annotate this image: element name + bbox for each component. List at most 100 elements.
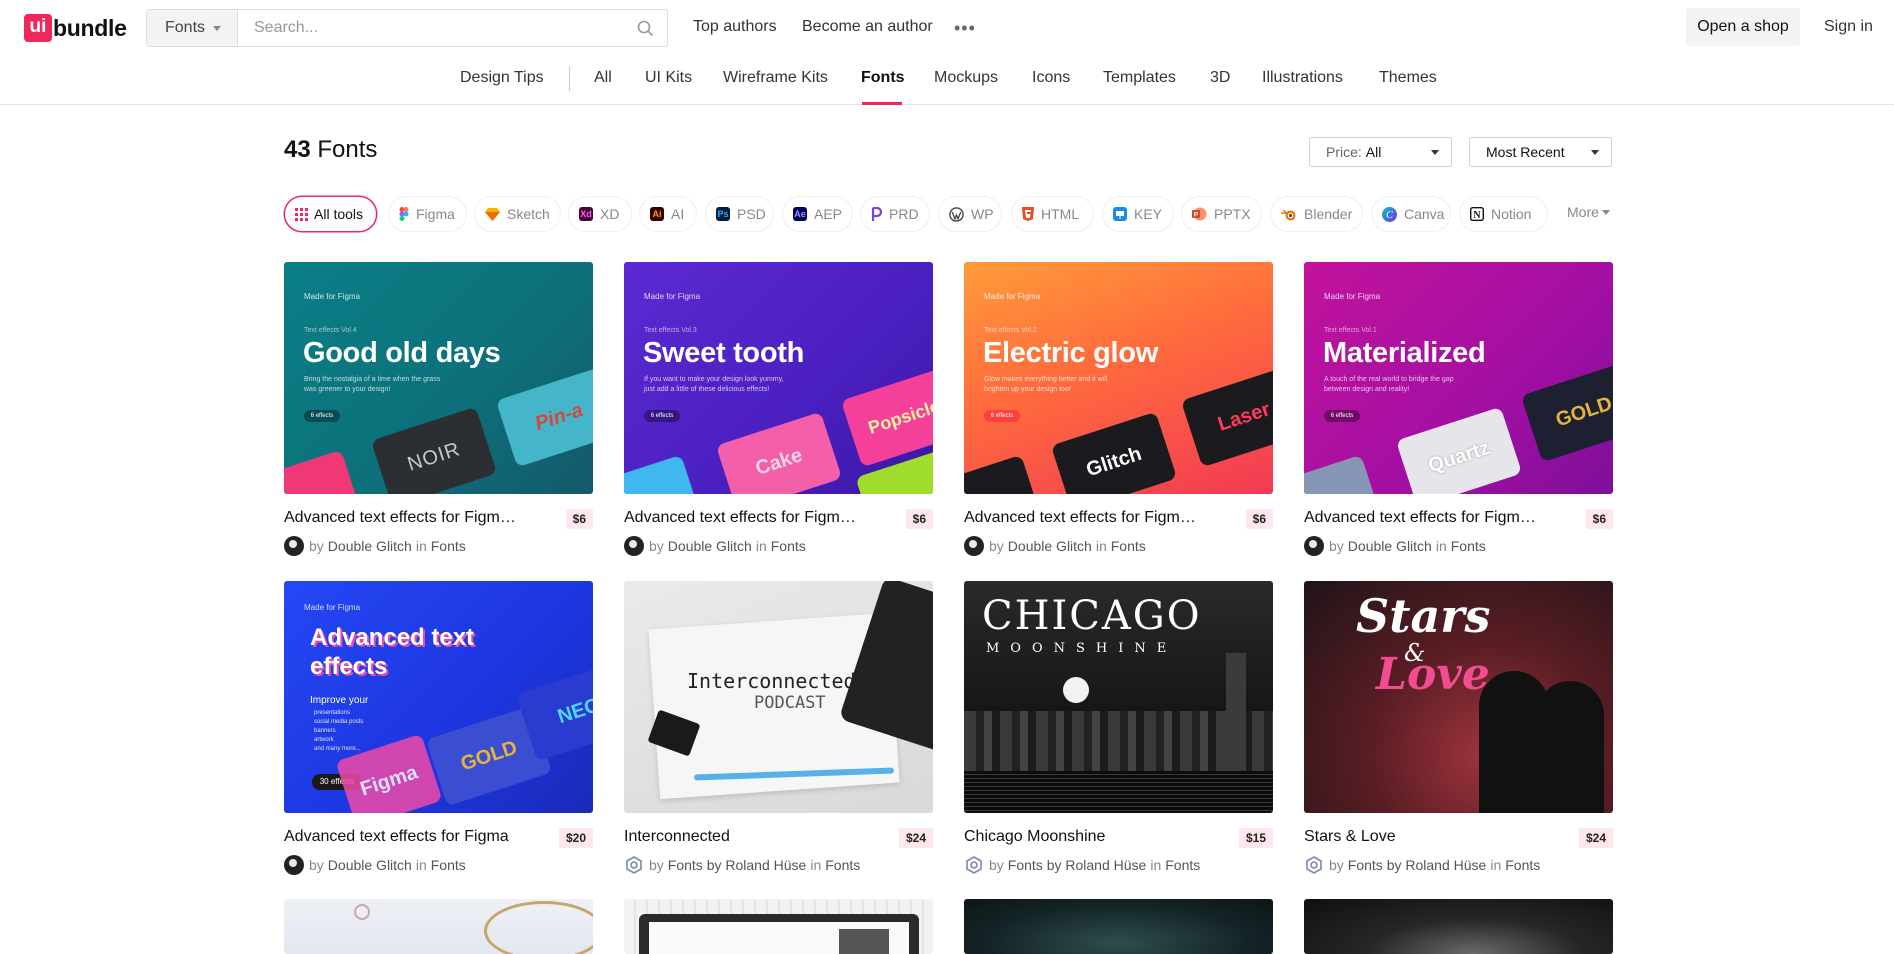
author-avatar[interactable] — [1304, 536, 1324, 556]
category-link[interactable]: Fonts — [771, 538, 806, 554]
category-link[interactable]: Fonts — [1451, 538, 1486, 554]
product-card[interactable]: Made for Figma Advanced text effects Imp… — [284, 581, 593, 875]
top-authors-link[interactable]: Top authors — [693, 18, 777, 36]
search-category-select[interactable]: Fonts — [147, 10, 238, 46]
nav-icons[interactable]: Icons — [1032, 69, 1070, 87]
product-thumbnail[interactable]: CHICAGO MOONSHINE — [964, 581, 1273, 813]
product-thumbnail[interactable]: Made for Figma Text effects Vol.3 Sweet … — [624, 262, 933, 494]
product-thumbnail[interactable]: Made for Figma Advanced text effects Imp… — [284, 581, 593, 813]
author-link[interactable]: Fonts by Roland Hüse — [1348, 857, 1487, 873]
nav-design-tips[interactable]: Design Tips — [460, 69, 544, 87]
tool-chip-blender[interactable]: Blender — [1271, 197, 1362, 231]
author-link[interactable]: Double Glitch — [328, 857, 412, 873]
category-link[interactable]: Fonts — [1111, 538, 1146, 554]
author-avatar[interactable] — [284, 855, 304, 875]
tool-chip-sketch[interactable]: Sketch — [475, 197, 560, 231]
product-card[interactable] — [1304, 899, 1613, 954]
product-card[interactable]: Interconnected PODCAST Interconnected $2… — [624, 581, 933, 875]
author-link[interactable]: Fonts by Roland Hüse — [1008, 857, 1147, 873]
author-avatar[interactable] — [284, 536, 304, 556]
product-card[interactable] — [964, 899, 1273, 954]
open-shop-button[interactable]: Open a shop — [1686, 8, 1800, 46]
product-price: $6 — [565, 509, 593, 529]
tool-chip-canva[interactable]: C Canva — [1372, 197, 1450, 231]
nav-3d[interactable]: 3D — [1210, 69, 1230, 87]
tool-chip-prd[interactable]: PRD — [861, 197, 929, 231]
nav-fonts[interactable]: Fonts — [861, 69, 905, 87]
product-card[interactable]: Stars & Love Stars & Love $24 by Fonts b… — [1304, 581, 1613, 875]
category-link[interactable]: Fonts — [431, 857, 466, 873]
uibundle-logo[interactable]: ui bundle — [24, 14, 127, 42]
tool-chip-all[interactable]: All tools — [285, 197, 376, 231]
product-thumbnail[interactable]: Made for Figma Text effects Vol.4 Good o… — [284, 262, 593, 494]
category-link[interactable]: Fonts — [1505, 857, 1540, 873]
author-link[interactable]: Double Glitch — [1348, 538, 1432, 554]
category-link[interactable]: Fonts — [431, 538, 466, 554]
product-thumbnail[interactable]: Interconnected PODCAST — [624, 581, 933, 813]
product-thumbnail[interactable] — [964, 899, 1273, 954]
product-thumbnail[interactable]: Stars & Love — [1304, 581, 1613, 813]
product-thumbnail[interactable] — [1304, 899, 1613, 954]
nav-all[interactable]: All — [594, 69, 612, 87]
tool-chip-pptx[interactable]: P PPTX — [1182, 197, 1261, 231]
product-card[interactable]: Made for Figma Text effects Vol.1 Materi… — [1304, 262, 1613, 556]
nav-mockups[interactable]: Mockups — [934, 69, 998, 87]
tool-chip-figma[interactable]: Figma — [389, 197, 466, 231]
tool-chip-aep[interactable]: Ae AEP — [783, 197, 852, 231]
category-link[interactable]: Fonts — [1165, 857, 1200, 873]
product-card[interactable]: CHICAGO MOONSHINE Chicago Moonshine $15 … — [964, 581, 1273, 875]
author-link[interactable]: Double Glitch — [1008, 538, 1092, 554]
product-card[interactable] — [284, 899, 593, 954]
more-tools-dropdown[interactable]: More — [1567, 204, 1610, 220]
logo-badge: ui — [24, 14, 52, 42]
product-card[interactable]: Made for Figma Text effects Vol.3 Sweet … — [624, 262, 933, 556]
tool-chip-notion[interactable]: N Notion — [1460, 197, 1547, 231]
product-card[interactable]: Made for Figma Text effects Vol.4 Good o… — [284, 262, 593, 556]
tool-chip-key[interactable]: KEY — [1103, 197, 1173, 231]
product-price: $20 — [558, 828, 593, 848]
price-filter-select[interactable]: Price: All — [1309, 137, 1452, 167]
product-title[interactable]: Interconnected — [624, 828, 864, 846]
product-title[interactable]: Chicago Moonshine — [964, 828, 1204, 846]
tool-chip-wp[interactable]: WP — [939, 197, 1001, 231]
become-author-link[interactable]: Become an author — [802, 18, 933, 36]
tool-chip-ai[interactable]: Ai AI — [640, 197, 696, 231]
nav-templates[interactable]: Templates — [1103, 69, 1176, 87]
product-title[interactable]: Advanced text effects for Figma (V... — [964, 509, 1204, 527]
product-title[interactable]: Advanced text effects for Figma (V... — [284, 509, 524, 527]
product-title[interactable]: Advanced text effects for Figma (V... — [1304, 509, 1544, 527]
tool-chip-html[interactable]: HTML — [1012, 197, 1093, 231]
search-button[interactable] — [623, 10, 667, 46]
author-link[interactable]: Fonts by Roland Hüse — [668, 857, 807, 873]
sort-select[interactable]: Most Recent — [1469, 137, 1612, 167]
product-title[interactable]: Advanced text effects for Figma — [284, 828, 524, 846]
nav-illustrations[interactable]: Illustrations — [1262, 69, 1343, 87]
in-label: in — [1490, 857, 1502, 873]
product-thumbnail[interactable]: Made for Figma Text effects Vol.2 Electr… — [964, 262, 1273, 494]
product-thumbnail[interactable] — [284, 899, 593, 954]
author-avatar[interactable] — [624, 536, 644, 556]
nav-themes[interactable]: Themes — [1379, 69, 1437, 87]
product-thumbnail[interactable]: Made for Figma Text effects Vol.1 Materi… — [1304, 262, 1613, 494]
author-avatar[interactable] — [1304, 855, 1324, 875]
author-link[interactable]: Double Glitch — [668, 538, 752, 554]
nav-wireframe-kits[interactable]: Wireframe Kits — [723, 69, 828, 87]
tool-chip-psd[interactable]: Ps PSD — [706, 197, 773, 231]
product-meta: by Fonts by Roland Hüse in Fonts — [624, 855, 860, 875]
product-title[interactable]: Stars & Love — [1304, 828, 1544, 846]
product-card[interactable]: Made for Figma Text effects Vol.2 Electr… — [964, 262, 1273, 556]
sign-in-link[interactable]: Sign in — [1824, 18, 1873, 36]
category-link[interactable]: Fonts — [825, 857, 860, 873]
author-link[interactable]: Double Glitch — [328, 538, 412, 554]
product-title[interactable]: Advanced text effects for Figma (V... — [624, 509, 864, 527]
nav-ui-kits[interactable]: UI Kits — [645, 69, 692, 87]
product-card[interactable] — [624, 899, 933, 954]
more-menu-icon[interactable]: ••• — [954, 18, 976, 39]
product-thumbnail[interactable] — [624, 899, 933, 954]
author-avatar[interactable] — [624, 855, 644, 875]
in-label: in — [415, 857, 427, 873]
author-avatar[interactable] — [964, 855, 984, 875]
search-input[interactable] — [238, 10, 623, 46]
author-avatar[interactable] — [964, 536, 984, 556]
tool-chip-xd[interactable]: Xd XD — [569, 197, 631, 231]
